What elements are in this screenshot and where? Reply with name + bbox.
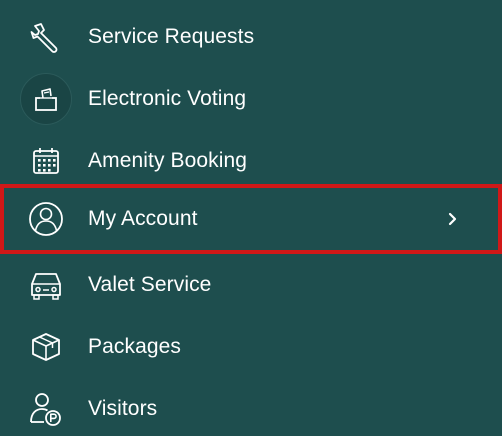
visitor-icon [20,383,72,435]
calendar-icon [20,135,72,187]
menu-item-service-requests[interactable]: Service Requests [0,6,502,68]
menu-item-label: Amenity Booking [88,149,248,172]
side-menu: Service Requests Electronic Voting Ameni… [0,0,502,436]
user-circle-icon [20,193,72,245]
ballot-box-icon [20,73,72,125]
menu-item-label: Packages [88,335,182,358]
car-icon [20,259,72,311]
package-icon [20,321,72,373]
menu-item-label: Electronic Voting [88,87,247,110]
chevron-right-icon [446,212,460,226]
menu-item-label: My Account [88,207,198,230]
menu-item-electronic-voting[interactable]: Electronic Voting [0,68,502,130]
menu-item-amenity-booking[interactable]: Amenity Booking [0,130,502,192]
menu-item-label: Service Requests [88,25,255,48]
menu-item-packages[interactable]: Packages [0,316,502,378]
menu-item-label: Visitors [88,397,158,420]
menu-item-label: Valet Service [88,273,212,296]
menu-item-visitors[interactable]: Visitors [0,378,502,436]
menu-item-my-account[interactable]: My Account [0,184,502,254]
menu-item-valet-service[interactable]: Valet Service [0,254,502,316]
wrench-icon [20,11,72,63]
